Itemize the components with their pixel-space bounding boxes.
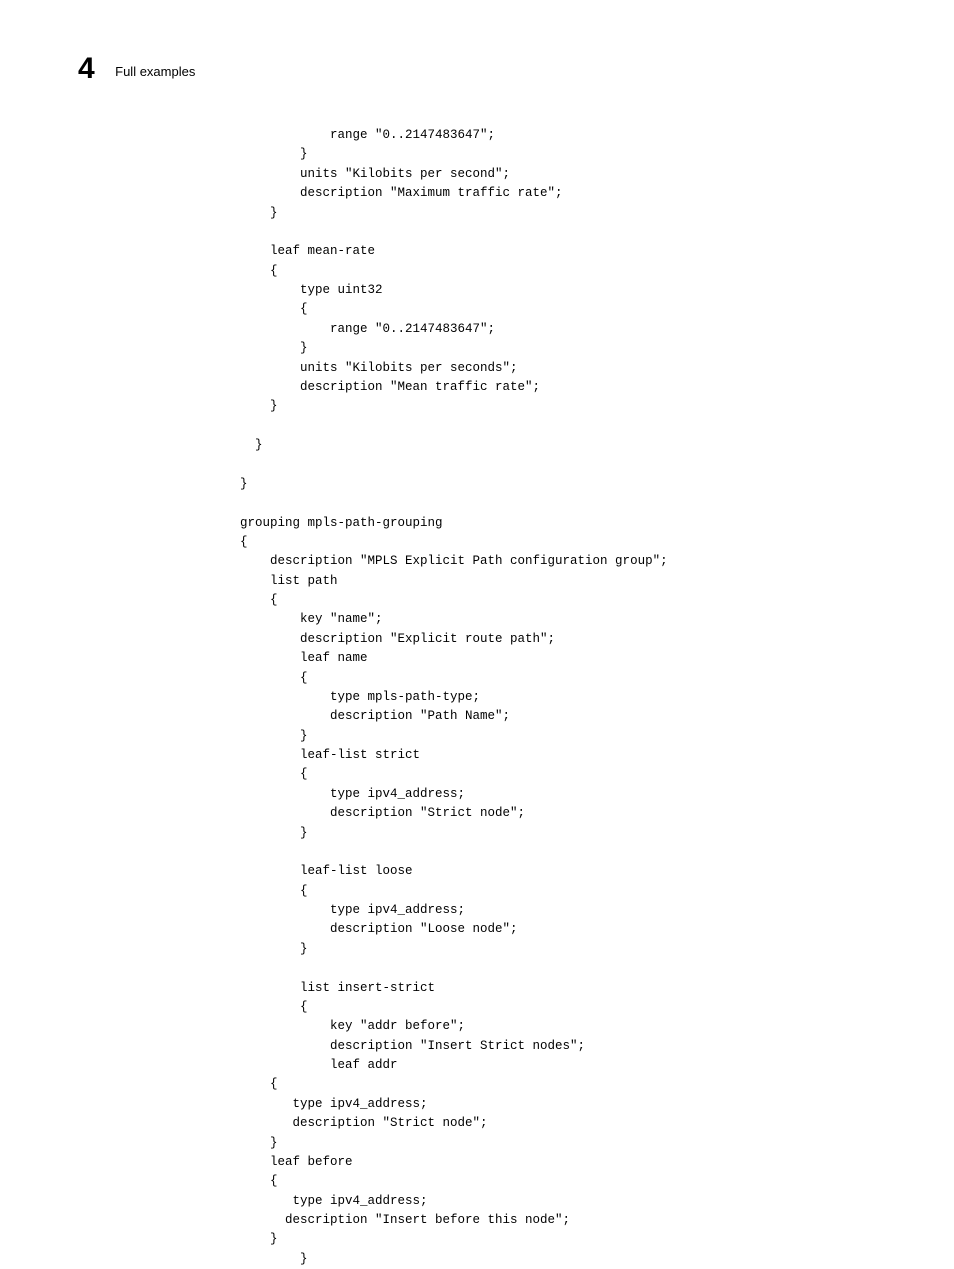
page: 4 Full examples range "0..2147483647"; }… — [0, 0, 954, 1269]
chapter-title: Full examples — [115, 64, 195, 79]
chapter-number: 4 — [78, 52, 95, 86]
code-block: range "0..2147483647"; } units "Kilobits… — [240, 126, 954, 1269]
page-header: 4 Full examples — [0, 52, 954, 86]
